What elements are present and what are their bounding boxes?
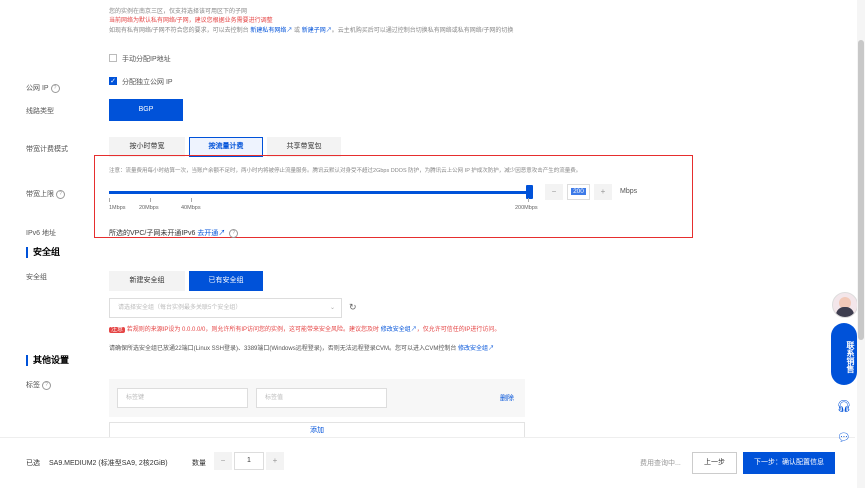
bgp-button[interactable]: BGP	[109, 99, 183, 121]
tag-label-text: 标签	[26, 382, 40, 389]
security-group-label: 安全组	[26, 274, 47, 281]
tick-mark	[150, 198, 151, 202]
tag-label: 标签?	[26, 380, 51, 390]
tick-label-40mbps: 40Mbps	[181, 205, 201, 211]
selected-label: 已选	[26, 460, 40, 467]
bandwidth-increment-button[interactable]: +	[594, 184, 612, 200]
tab-existing-security-group[interactable]: 已有安全组	[189, 271, 263, 291]
bandwidth-input-value: 200	[571, 188, 586, 195]
quantity-input[interactable]: 1	[234, 452, 264, 470]
bandwidth-slider-fill	[109, 191, 528, 194]
tab-new-security-group[interactable]: 新建安全组	[109, 271, 185, 291]
tick-label-200mbps: 200Mbps	[515, 205, 538, 211]
avatar-body	[836, 307, 854, 317]
warning-text: 若规则的来源IP设为 0.0.0.0/0，则允许所有IP访问您的实例，这可能带来…	[126, 327, 380, 333]
zone-notice: 您的实例在南京三区，仅支持选择该可用区下的子网	[109, 9, 248, 15]
chevron-down-icon: ⌄	[329, 305, 335, 311]
public-ip-checkbox-label: 分配独立公网 IP	[122, 79, 173, 86]
security-group-select-placeholder: 请选择安全组（每台实例最多关联5个安全组）	[118, 305, 242, 311]
tag-value-input[interactable]: 标签值	[256, 388, 387, 408]
tick-mark	[528, 198, 529, 202]
scrollbar-thumb[interactable]	[858, 40, 864, 340]
ports-hint-text: 请确保所选安全组已放通22端口(Linux SSH登录)、3389端口(Wind…	[109, 346, 457, 352]
security-group-select[interactable]: 请选择安全组（每台实例最多关联5个安全组） ⌄	[109, 298, 342, 318]
tag-key-placeholder: 标签键	[126, 395, 145, 401]
security-warning: 注意 若规则的来源IP设为 0.0.0.0/0，则允许所有IP访问您的实例，这可…	[109, 326, 500, 335]
help-icon[interactable]: ?	[42, 380, 51, 390]
warning-badge: 注意	[109, 327, 126, 333]
tab-traffic-billing[interactable]: 按流量计费	[189, 137, 263, 157]
create-subnet-link[interactable]: 新建子网	[302, 28, 326, 34]
quantity-increment-button[interactable]: +	[266, 452, 284, 470]
tick-label-1mbps: 1Mbps	[109, 205, 126, 211]
tag-value-placeholder: 标签值	[265, 395, 284, 401]
network-hint: 如现有私有网络/子网不符合您的要求，可以去控制台 新建私有网络↗ 或 新建子网↗…	[109, 27, 513, 36]
security-group-section-title: 安全组	[26, 247, 60, 258]
delete-tag-button[interactable]: 删除	[500, 393, 514, 403]
manual-ip-label: 手动分配IP地址	[122, 56, 171, 63]
refresh-icon[interactable]: ↻	[349, 302, 357, 313]
network-hint-suffix: 。云主机购买后可以通过控制台切换私有网络或私有网络/子网的切换	[331, 28, 514, 34]
help-icon[interactable]: ?	[56, 189, 65, 199]
bandwidth-unit: Mbps	[620, 188, 638, 195]
quantity-decrement-button[interactable]: −	[214, 452, 232, 470]
tick-mark	[191, 198, 192, 202]
create-vpc-link[interactable]: 新建私有网络	[250, 28, 286, 34]
help-icon[interactable]: ?	[229, 228, 239, 238]
manual-ip-checkbox[interactable]	[109, 54, 117, 62]
chat-icon[interactable]: 💬︎	[835, 429, 853, 447]
enable-ipv6-link[interactable]: 去开通	[197, 230, 218, 237]
tick-label-20mbps: 20Mbps	[139, 205, 159, 211]
ipv6-status-text: 所选的VPC/子网未开通IPv6	[109, 230, 196, 237]
tab-hourly-bandwidth[interactable]: 按小时带宽	[109, 137, 185, 157]
check-icon: ✓	[110, 78, 116, 85]
tick-mark	[109, 198, 110, 202]
network-hint-prefix: 如现有私有网络/子网不符合您的要求，可以去控制台	[109, 28, 249, 34]
default-network-warning: 当前网络为默认私有网络/子网，建议您根据业务需要进行调整	[109, 18, 273, 24]
billing-mode-label: 带宽计费模式	[26, 146, 68, 153]
ipv6-label: IPv6 地址	[26, 230, 56, 237]
or-text: 或	[294, 28, 301, 34]
next-step-button[interactable]: 下一步：确认配置信息	[743, 452, 835, 474]
ports-hint: 请确保所选安全组已放通22端口(Linux SSH登录)、3389端口(Wind…	[109, 345, 494, 354]
public-ip-label: 公网 IP?	[26, 83, 60, 93]
traffic-billing-note: 注意：流量费用每小时结算一次，当账户余额不足时，两小时内将被停止流量服务。腾讯云…	[109, 168, 582, 174]
external-link-icon: ↗	[286, 28, 293, 34]
help-icon[interactable]: ?	[50, 83, 60, 93]
bandwidth-label: 带宽上限?	[26, 189, 65, 199]
bandwidth-decrement-button[interactable]: −	[545, 184, 563, 200]
warning-suffix: ，仅允许可信任的IP进行访问。	[416, 327, 501, 333]
tag-key-input[interactable]: 标签键	[117, 388, 248, 408]
line-type-label: 线路类型	[26, 108, 54, 115]
bandwidth-slider-handle[interactable]	[526, 185, 533, 199]
add-tag-label: 添加	[310, 427, 324, 434]
ipv6-status: 所选的VPC/子网未开通IPv6 去开通↗ ?	[109, 228, 239, 238]
tab-shared-bandwidth[interactable]: 共享带宽包	[267, 137, 341, 157]
headset-icon[interactable]: 🎧︎	[835, 397, 853, 415]
selected-instance-spec: SA9.MEDIUM2 (标准型SA9, 2核2GiB)	[49, 460, 168, 467]
quantity-label: 数量	[192, 460, 206, 467]
other-settings-section-title: 其他设置	[26, 355, 69, 366]
price-status: 费用查询中...	[640, 460, 681, 467]
external-link-icon: ↗	[218, 230, 226, 237]
public-ip-checkbox[interactable]: ✓	[109, 77, 117, 85]
bandwidth-input[interactable]: 200	[567, 184, 590, 200]
external-link-icon: ↗	[488, 346, 495, 352]
public-ip-label-text: 公网 IP	[26, 85, 49, 92]
modify-security-group-link[interactable]: 修改安全组	[381, 327, 411, 333]
bandwidth-label-text: 带宽上限	[26, 191, 54, 198]
contact-sales-button[interactable]: 联系销售	[831, 323, 857, 385]
modify-security-group-console-link[interactable]: 修改安全组	[458, 346, 488, 352]
previous-step-button[interactable]: 上一步	[692, 452, 737, 474]
sales-avatar[interactable]	[832, 292, 858, 318]
